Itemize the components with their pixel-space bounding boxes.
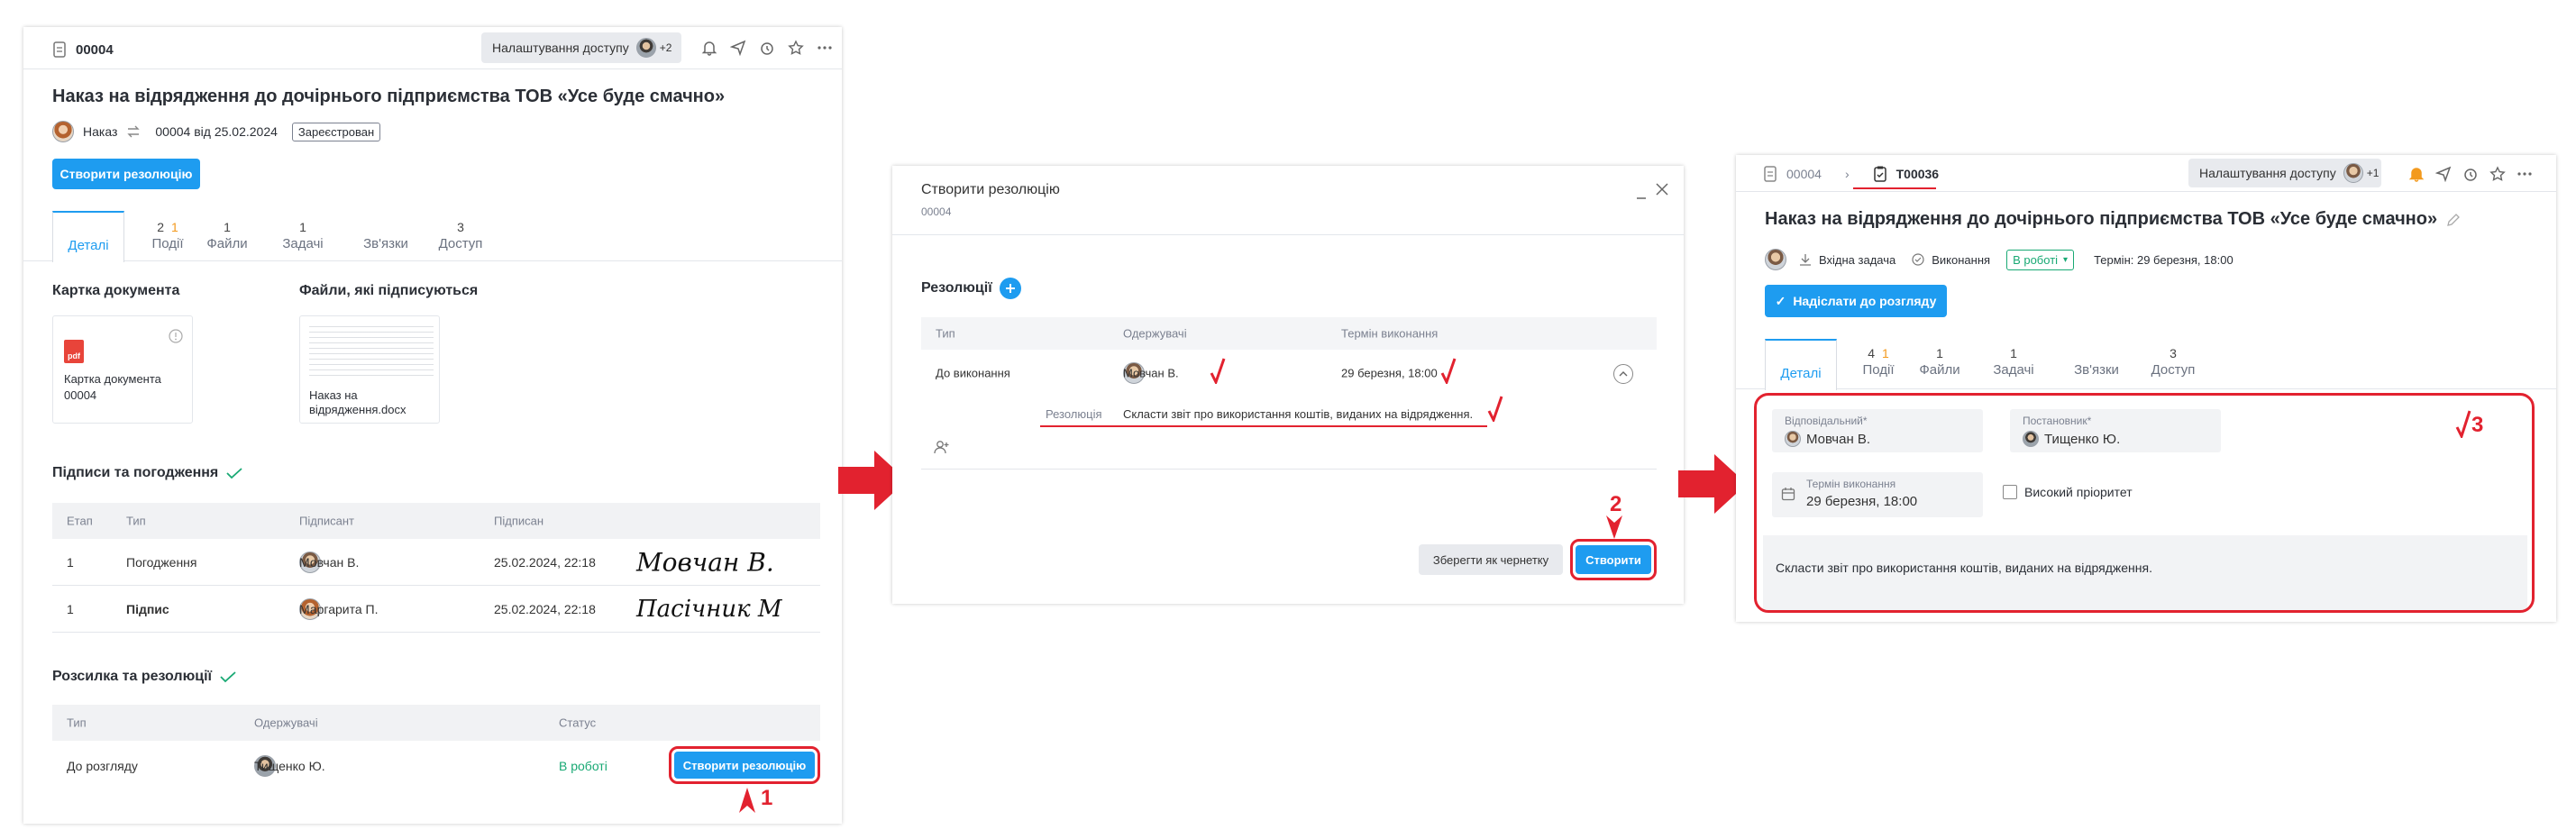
tab-access[interactable]: 3 Доступ xyxy=(2142,346,2205,378)
create-resolution-dialog: Створити резолюцію 00004 Резолюції Тип О… xyxy=(892,166,1684,604)
avatar xyxy=(635,38,656,58)
alarm-icon[interactable] xyxy=(2462,166,2479,182)
document-card-tile[interactable]: pdf Картка документа 00004 xyxy=(52,315,193,424)
tab-access[interactable]: 3 Доступ xyxy=(429,220,492,251)
tab-tasks[interactable]: 1 Задачі xyxy=(1987,346,2041,378)
file-tile[interactable]: Наказ на відрядження.docx xyxy=(299,315,440,424)
tab-events[interactable]: 2 1 Події xyxy=(141,220,195,251)
exchange-icon xyxy=(126,125,141,138)
tab-files[interactable]: 1 Файли xyxy=(1913,346,1967,378)
annotation-highlight xyxy=(669,746,820,784)
annotation-check xyxy=(1440,358,1457,384)
check-circle-icon xyxy=(1912,253,1924,266)
send-icon[interactable] xyxy=(730,40,746,56)
check-icon xyxy=(219,670,237,683)
annotation-number: 1 xyxy=(761,786,773,810)
annotation-underline xyxy=(1853,187,1936,189)
info-icon[interactable] xyxy=(169,329,183,343)
deadline-text: Термін: 29 березня, 18:00 xyxy=(2094,252,2233,267)
annotation-number: 3 xyxy=(2471,413,2484,437)
check-icon: ✓ xyxy=(1775,293,1786,308)
chevron-down-icon: ▾ xyxy=(2063,254,2069,265)
check-icon xyxy=(225,467,243,479)
add-resolution-icon[interactable] xyxy=(999,278,1021,299)
edit-icon[interactable] xyxy=(2446,213,2461,227)
resolutions-section-title: Резолюції xyxy=(921,280,992,296)
avatar xyxy=(52,121,74,142)
dialog-subtitle: 00004 xyxy=(921,205,952,218)
files-section-title: Файли, які підписуються xyxy=(299,283,479,298)
document-reference: 00004 від 25.02.2024 xyxy=(155,124,278,139)
more-icon[interactable] xyxy=(817,40,833,56)
alarm-icon[interactable] xyxy=(759,40,775,56)
table-row: 1 Підпис Маргарита П. 25.02.2024, 22:18 … xyxy=(52,586,820,633)
table-row: 1 Погодження Мовчан В. 25.02.2024, 22:18… xyxy=(52,539,820,586)
annotation-highlight xyxy=(1570,539,1657,580)
add-user-icon[interactable] xyxy=(934,440,950,454)
signatures-section-title: Підписи та погодження xyxy=(52,465,219,480)
breadcrumb-parent[interactable]: 00004 xyxy=(1786,167,1822,181)
avatar xyxy=(1765,249,1786,270)
tab-tasks[interactable]: 1 Задачі xyxy=(276,220,330,251)
document-icon xyxy=(52,41,67,58)
document-panel: 00004 Налаштування доступу +2 Наказ на в… xyxy=(23,27,842,824)
signatures-table-header: Етап Тип Підписант Підписан xyxy=(52,503,820,539)
status-dropdown[interactable]: В роботі ▾ xyxy=(2006,249,2075,270)
tab-links[interactable]: Зв'язки xyxy=(350,236,422,251)
page-title: Наказ на відрядження до дочірнього підпр… xyxy=(1765,209,2438,229)
tab-events[interactable]: 4 1 Події xyxy=(1851,346,1905,378)
task-type: Вхідна задача xyxy=(1819,252,1896,267)
annotation-check xyxy=(1210,358,1226,384)
distribution-section-title: Розсилка та резолюції xyxy=(52,669,213,684)
table-row: До виконання Мовчан В. 29 березня, 18:00 xyxy=(921,350,1657,397)
close-icon[interactable] xyxy=(1655,182,1669,196)
annotation-check xyxy=(2455,410,2471,438)
distribution-table-header: Тип Одержувачі Статус xyxy=(52,705,820,741)
task-panel: 00004 › T00036 Налаштування доступу +1 Н… xyxy=(1736,155,2556,622)
breadcrumb-current: T00036 xyxy=(1895,167,1940,181)
tab-details[interactable]: Деталі xyxy=(1765,339,1837,390)
document-thumbnail xyxy=(309,322,434,376)
resolution-label: Резолюція xyxy=(1046,407,1102,421)
create-resolution-button[interactable]: Створити резолюцію xyxy=(52,159,200,189)
star-icon[interactable] xyxy=(2489,166,2506,182)
status-badge: Зареєстрован xyxy=(291,122,381,141)
send-icon[interactable] xyxy=(2435,166,2452,182)
annotation-underline xyxy=(1040,425,1487,427)
document-type: Наказ xyxy=(83,124,118,139)
signature-image: Пасічник М xyxy=(636,595,782,623)
dialog-title: Створити резолюцію xyxy=(921,182,1060,197)
tab-files[interactable]: 1 Файли xyxy=(200,220,254,251)
tab-links[interactable]: Зв'язки xyxy=(2060,362,2133,378)
avatar xyxy=(2343,163,2363,183)
bell-icon[interactable] xyxy=(2408,166,2425,182)
annotation-highlight xyxy=(1754,393,2535,613)
tab-details[interactable]: Деталі xyxy=(52,211,124,262)
bell-icon[interactable] xyxy=(701,40,717,56)
document-number: 00004 xyxy=(76,41,114,58)
access-settings-button[interactable]: Налаштування доступу +2 xyxy=(481,32,681,63)
card-section-title: Картка документа xyxy=(52,283,180,298)
send-for-review-button[interactable]: ✓ Надіслати до розгляду xyxy=(1765,285,1947,317)
save-draft-button[interactable]: Зберегти як чернетку xyxy=(1419,544,1563,575)
collapse-icon[interactable] xyxy=(1613,364,1633,384)
access-settings-button[interactable]: Налаштування доступу +1 xyxy=(2188,159,2381,187)
resolutions-table-header: Тип Одержувачі Термін виконання xyxy=(921,317,1657,350)
pdf-icon: pdf xyxy=(64,340,84,363)
chevron-right-icon: › xyxy=(1844,167,1850,181)
annotation-arrow xyxy=(739,788,755,813)
signature-image: Mовчан В. xyxy=(636,547,774,577)
annotation-arrow xyxy=(1606,515,1622,539)
document-icon xyxy=(1763,166,1777,182)
annotation-check xyxy=(1487,396,1503,422)
resolution-text[interactable]: Скласти звіт про використання коштів, ви… xyxy=(1123,407,1473,421)
star-icon[interactable] xyxy=(788,40,804,56)
page-title: Наказ на відрядження до дочірнього підпр… xyxy=(52,87,726,106)
minimize-icon[interactable] xyxy=(1635,187,1648,200)
more-icon[interactable] xyxy=(2517,166,2533,182)
download-icon xyxy=(1799,253,1812,266)
execution-label: Виконання xyxy=(1932,252,1991,267)
task-icon xyxy=(1873,166,1887,182)
